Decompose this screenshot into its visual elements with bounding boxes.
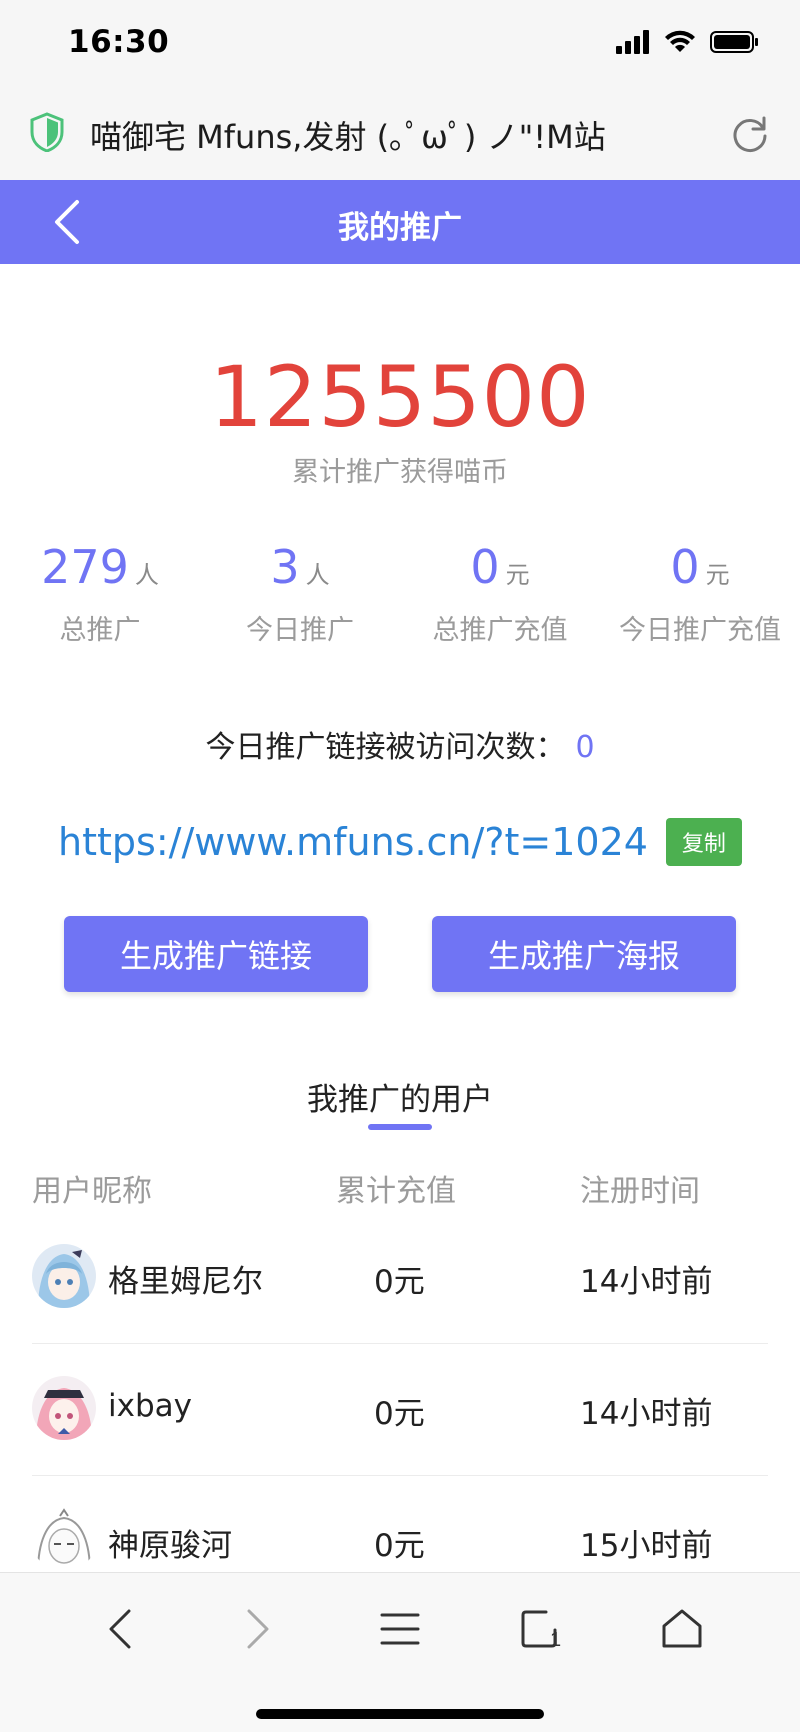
home-icon (662, 1609, 702, 1648)
stat-unit: 元 (505, 561, 530, 589)
stat-label: 今日推广 (246, 615, 354, 646)
stat-unit: 元 (705, 561, 730, 589)
browser-toolbar: 1 (0, 1572, 800, 1732)
link-visits-label: 今日推广链接被访问次数： (205, 730, 566, 765)
user-register-time: 15小时前 (580, 1528, 713, 1564)
user-nickname[interactable]: 神原骏河 (108, 1520, 232, 1565)
promo-link-row: https://www.mfuns.cn/?t=1024 复制 (0, 814, 800, 870)
status-bar: 16:30 (0, 0, 800, 92)
status-time: 16:30 (68, 24, 170, 60)
site-title[interactable]: 喵御宅 Mfuns,发射 (｡ﾟωﾟ) ノ"!M站 (90, 112, 606, 158)
svg-text:1: 1 (550, 1629, 561, 1650)
status-icons (616, 30, 760, 54)
avatar[interactable] (32, 1244, 96, 1308)
wifi-icon (665, 30, 695, 52)
section-underline (368, 1124, 432, 1130)
user-recharge: 0元 (374, 1396, 425, 1432)
app-header: 我的推广 (0, 180, 800, 264)
user-register-time: 14小时前 (580, 1264, 713, 1300)
stats-row: 279 人 总推广 3人 今日推广 0元 总推广充值 0元 今日推广充值 (0, 540, 800, 646)
stat-unit: 人 (305, 561, 330, 589)
promo-link[interactable]: https://www.mfuns.cn/?t=1024 (58, 820, 648, 864)
stat-today-promotions: 3人 今日推广 (200, 540, 400, 647)
refresh-icon[interactable] (730, 114, 770, 154)
tabs-icon: 1 (521, 1610, 561, 1650)
column-header-recharge: 累计充值 (336, 1174, 456, 1209)
column-header-register-time: 注册时间 (580, 1174, 700, 1209)
table-row[interactable]: ixbay 0元 14小时前 (32, 1344, 768, 1476)
user-recharge: 0元 (374, 1528, 425, 1564)
stat-today-recharge: 0元 今日推广充值 (600, 540, 800, 647)
stat-label: 今日推广充值 (619, 615, 781, 646)
browser-forward-button[interactable] (228, 1599, 288, 1659)
stat-total-promotions: 279 人 总推广 (0, 540, 200, 647)
home-indicator (256, 1709, 544, 1719)
back-arrow-icon (109, 1609, 131, 1649)
forward-arrow-icon (247, 1609, 269, 1649)
stat-label: 总推广 (59, 615, 141, 646)
table-header: 用户昵称 累计充值 注册时间 (0, 1166, 800, 1216)
stat-value: 3 (270, 540, 300, 594)
browser-home-button[interactable] (652, 1599, 712, 1659)
browser-menu-button[interactable] (370, 1599, 430, 1659)
total-coins-label: 累计推广获得喵币 (292, 457, 508, 488)
column-header-nickname: 用户昵称 (32, 1174, 152, 1209)
stat-value: 0 (670, 540, 700, 594)
user-nickname[interactable]: ixbay (108, 1388, 192, 1424)
stat-value: 279 (41, 540, 129, 594)
total-coins-value: 1255500 (209, 348, 591, 446)
user-recharge: 0元 (374, 1264, 425, 1300)
battery-icon (710, 31, 758, 53)
link-visits-count: 0 (575, 730, 595, 765)
stat-label: 总推广充值 (432, 615, 568, 646)
generate-link-button[interactable]: 生成推广链接 (64, 916, 368, 992)
shield-icon (30, 112, 64, 152)
avatar[interactable] (32, 1376, 96, 1440)
menu-icon (380, 1613, 420, 1645)
browser-tabs-button[interactable]: 1 (512, 1599, 572, 1659)
table-row[interactable]: 格里姆尼尔 0元 14小时前 (32, 1212, 768, 1344)
generate-poster-button[interactable]: 生成推广海报 (432, 916, 736, 992)
avatar[interactable] (32, 1508, 96, 1572)
browser-back-button[interactable] (90, 1599, 150, 1659)
user-register-time: 14小时前 (580, 1396, 713, 1432)
section-title[interactable]: 我推广的用户 (0, 1074, 800, 1119)
link-visits: 今日推广链接被访问次数： 0 (0, 722, 800, 766)
stat-unit: 人 (134, 561, 159, 589)
user-nickname[interactable]: 格里姆尼尔 (108, 1256, 263, 1301)
address-bar[interactable]: 喵御宅 Mfuns,发射 (｡ﾟωﾟ) ノ"!M站 (0, 92, 800, 180)
page-title: 我的推广 (338, 210, 462, 246)
stat-value: 0 (470, 540, 500, 594)
signal-icon (616, 30, 649, 54)
stat-total-recharge: 0元 总推广充值 (400, 540, 600, 647)
copy-button[interactable]: 复制 (665, 818, 742, 866)
